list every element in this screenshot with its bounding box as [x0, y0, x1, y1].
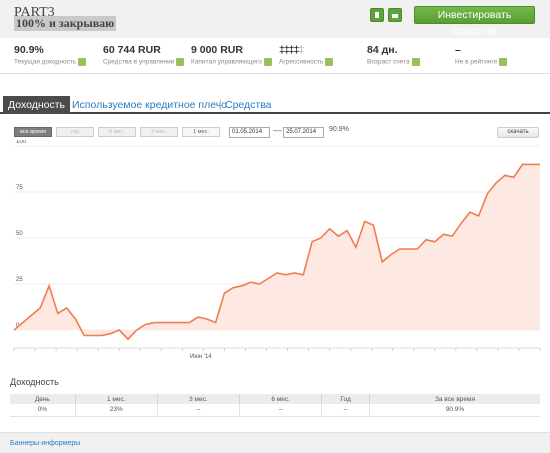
- stat-account-age: 84 дн. Возраст счета: [367, 44, 420, 66]
- stat-manager-capital: 9 000 RUR Капитал управляющего: [191, 44, 272, 66]
- download-button[interactable]: скачать: [497, 127, 539, 138]
- y-tick-label: 100: [16, 140, 27, 145]
- date-to-input[interactable]: 25.07.2014: [283, 127, 324, 138]
- stats-bar: 90.9% Текущая доходность 60 744 RUR Сред…: [0, 38, 550, 74]
- col-all-time: За все время: [368, 394, 540, 404]
- period-1-month[interactable]: 1 мес.: [182, 127, 220, 137]
- tab-divider: [220, 100, 221, 110]
- stat-aggressiveness: ‡‡‡‡‡ Агрессивность: [279, 44, 334, 66]
- cell-3-months: –: [156, 404, 240, 417]
- cell-all-time: 90.9%: [368, 404, 540, 417]
- stat-current-return: 90.9% Текущая доходность: [14, 44, 87, 66]
- y-tick-label: 25: [16, 277, 23, 283]
- col-year: Год: [321, 394, 370, 404]
- table-row: 0% 23% – – – 90.9%: [10, 404, 540, 417]
- col-3-months: 3 мес.: [156, 394, 240, 404]
- period-return: 90.9%: [329, 126, 349, 133]
- flame-icons: ‡‡‡‡‡: [279, 44, 304, 56]
- date-range-dash: —: [273, 125, 282, 135]
- date-from-input[interactable]: 01.05.2014: [229, 127, 270, 138]
- y-tick-label: 50: [16, 231, 23, 237]
- cell-1-month: 23%: [74, 404, 158, 417]
- area-fill: [14, 164, 540, 340]
- tab-leverage[interactable]: Используемое кредитное плечо: [72, 96, 227, 114]
- account-subtitle: 100% и закрываю: [14, 16, 117, 31]
- help-icon[interactable]: [176, 58, 185, 66]
- help-icon[interactable]: [499, 58, 508, 66]
- x-tick-label: Июн '14: [190, 354, 212, 360]
- cell-day: 0%: [10, 404, 76, 417]
- returns-chart: 0255075100Июн '14: [13, 140, 541, 360]
- col-6-months: 6 мес.: [239, 394, 322, 404]
- col-1-month: 1 мес.: [74, 394, 158, 404]
- banners-link[interactable]: Баннеры-информеры: [10, 440, 80, 447]
- tab-returns[interactable]: Доходность: [3, 96, 70, 114]
- help-icon[interactable]: [411, 58, 420, 66]
- period-year[interactable]: год: [56, 127, 94, 137]
- returns-title: Доходность: [10, 377, 59, 387]
- period-6-months[interactable]: 6 мес.: [98, 127, 136, 137]
- returns-table: День 1 мес. 3 мес. 6 мес. Год За все вре…: [10, 394, 540, 417]
- briefcase-icon[interactable]: [388, 8, 402, 22]
- stat-funds-managed: 60 744 RUR Средства в управлении: [103, 44, 185, 66]
- tab-bar: Доходность Используемое кредитное плечо …: [0, 96, 550, 114]
- invest-button[interactable]: Инвестировать средства: [414, 6, 535, 37]
- y-tick-label: 75: [16, 185, 23, 191]
- help-icon[interactable]: [263, 58, 272, 66]
- cell-6-months: –: [239, 404, 322, 417]
- stat-rating: – Не в рейтинге: [455, 44, 508, 66]
- period-3-months[interactable]: 3 мес.: [140, 127, 178, 137]
- chart-panel: все время год 6 мес. 3 мес. 1 мес. 01.05…: [0, 120, 550, 366]
- cell-year: –: [321, 404, 370, 417]
- bookmark-icon[interactable]: [370, 8, 384, 22]
- help-icon[interactable]: [325, 58, 334, 66]
- col-day: День: [10, 394, 76, 404]
- period-all-time[interactable]: все время: [14, 127, 52, 137]
- help-icon[interactable]: [78, 58, 87, 66]
- tab-funds[interactable]: Средства: [225, 96, 272, 114]
- footer: Баннеры-информеры: [0, 432, 550, 453]
- account-header: PART3 100% и закрываю Инвестировать сред…: [0, 0, 550, 38]
